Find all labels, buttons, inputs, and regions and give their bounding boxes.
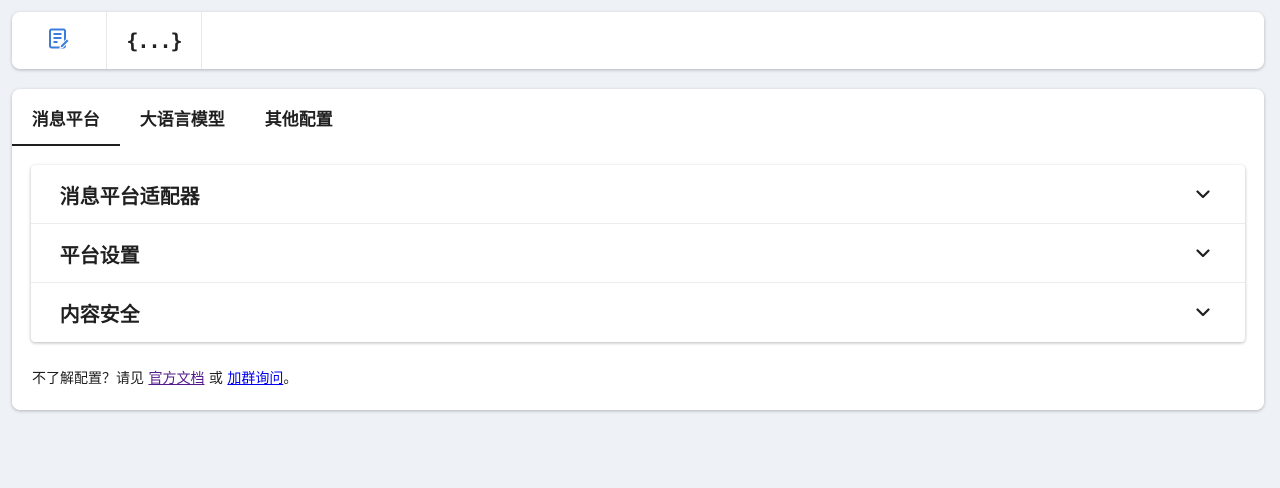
section-title: 平台设置 (60, 242, 140, 267)
toolbar: {...} (12, 12, 1264, 69)
tab-llm[interactable]: 大语言模型 (120, 89, 245, 146)
tab-other-settings[interactable]: 其他配置 (245, 89, 353, 146)
config-panel: 消息平台 大语言模型 其他配置 消息平台适配器 平台设置 内容安全 不了解配置？… (12, 89, 1264, 410)
chevron-down-icon (1195, 308, 1211, 318)
section-title: 内容安全 (60, 302, 140, 326)
chevron-down-icon (1195, 248, 1211, 258)
section-platform-adapters[interactable]: 消息平台适配器 (31, 165, 1245, 224)
help-suffix: 。 (283, 371, 298, 387)
help-middle: 或 (204, 371, 228, 387)
section-platform-settings[interactable]: 平台设置 (31, 224, 1245, 283)
join-group-link[interactable]: 加群询问 (227, 371, 283, 387)
json-code-icon: {...} (126, 28, 182, 53)
section-title: 消息平台适配器 (60, 183, 200, 208)
help-note: 不了解配置？请见 官方文档 或 加群询问。 (32, 368, 297, 388)
chevron-down-icon (1195, 189, 1211, 199)
settings-accordion: 消息平台适配器 平台设置 内容安全 (31, 165, 1245, 342)
visual-editor-button[interactable] (12, 12, 107, 69)
section-content-safety[interactable]: 内容安全 (31, 283, 1245, 342)
tab-bar: 消息平台 大语言模型 其他配置 (12, 89, 353, 146)
tab-messaging-platform[interactable]: 消息平台 (12, 89, 120, 146)
json-editor-button[interactable]: {...} (107, 12, 202, 69)
docs-link[interactable]: 官方文档 (148, 371, 204, 387)
edit-document-icon (47, 27, 71, 55)
help-prefix: 不了解配置？请见 (32, 371, 149, 387)
